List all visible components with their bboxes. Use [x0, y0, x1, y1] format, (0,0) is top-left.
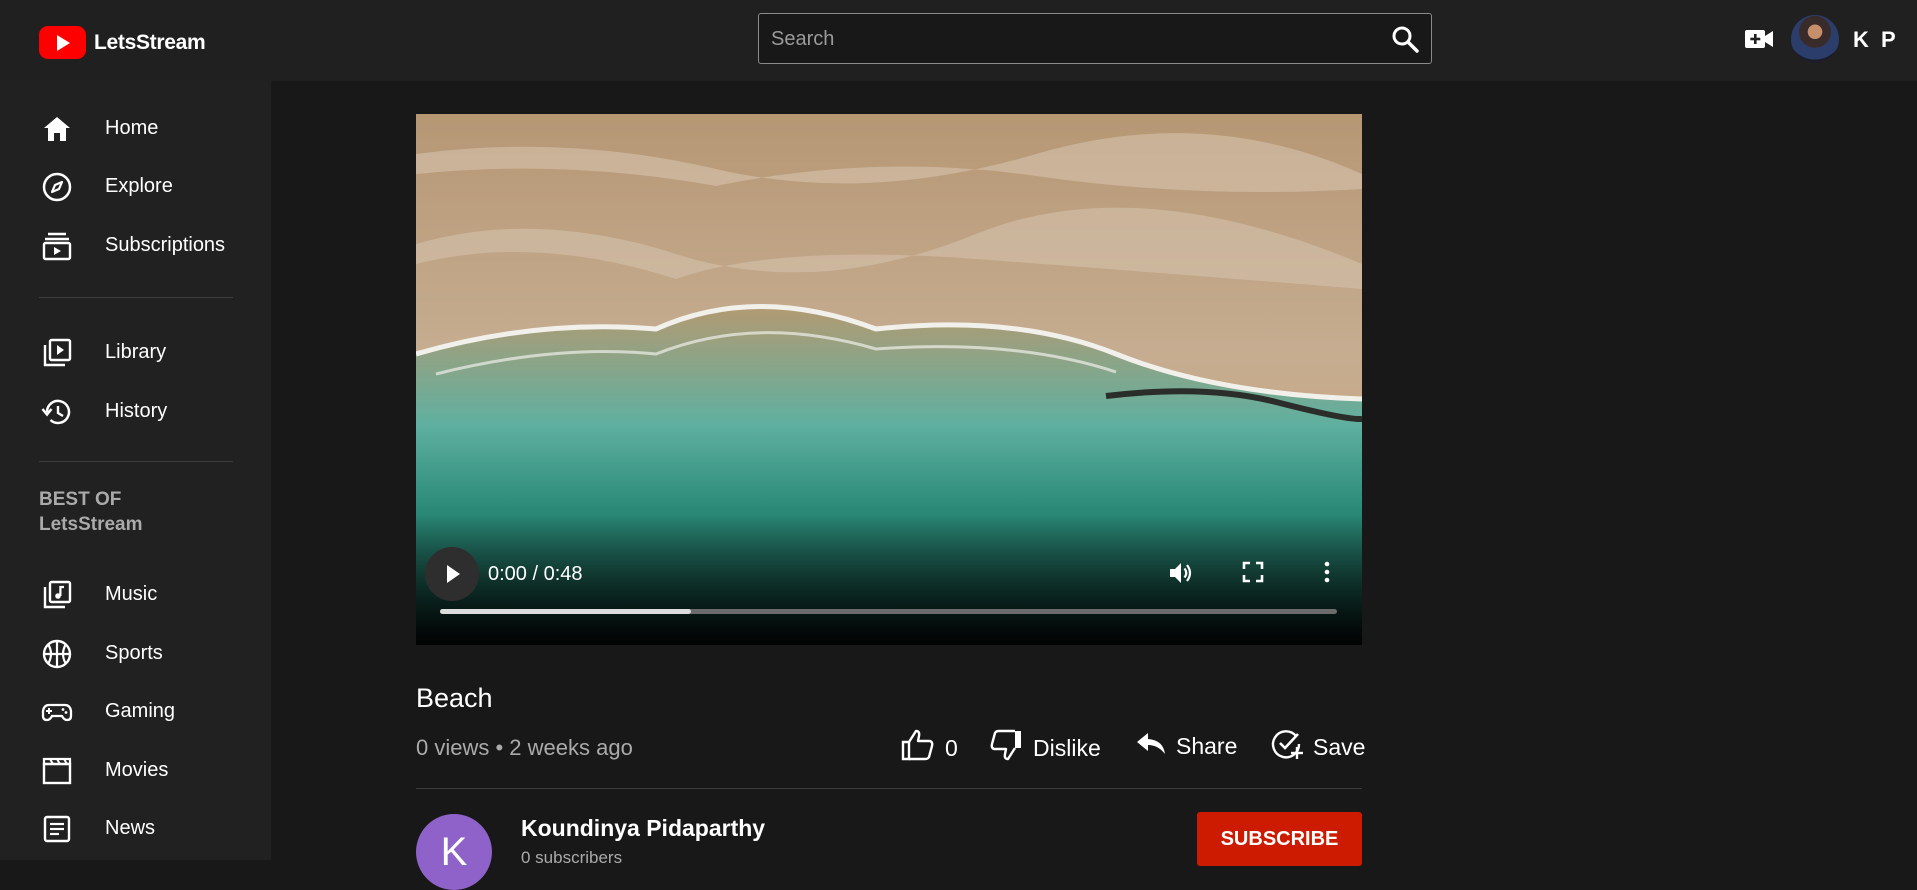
- brand-name: LetsStream: [94, 30, 206, 54]
- subscriptions-icon: [41, 230, 73, 262]
- save-button[interactable]: Save: [1270, 727, 1365, 767]
- sidebar-item-label: Music: [105, 583, 158, 605]
- section-title-line: LetsStream: [39, 514, 143, 535]
- sidebar-item-label: Home: [105, 117, 159, 139]
- progress-bar[interactable]: [440, 609, 1337, 614]
- like-count: 0: [945, 734, 958, 761]
- compass-icon: [41, 171, 73, 203]
- sidebar-item-subscriptions[interactable]: Subscriptions: [0, 220, 271, 270]
- avatar[interactable]: [1791, 15, 1839, 63]
- thumb-down-icon: [988, 727, 1024, 769]
- sidebar-item-sports[interactable]: Sports: [0, 628, 271, 678]
- sports-icon: [41, 638, 73, 670]
- video-meta: 0 views • 2 weeks ago: [416, 735, 633, 760]
- sidebar-item-label: Gaming: [105, 700, 176, 722]
- library-icon: [41, 337, 73, 369]
- user-initials[interactable]: K P: [1853, 27, 1899, 53]
- dislike-button[interactable]: Dislike: [988, 727, 1101, 769]
- details-divider: [416, 788, 1362, 789]
- sidebar-item-gaming[interactable]: Gaming: [0, 686, 271, 736]
- movies-icon: [41, 755, 73, 787]
- sidebar-item-label: Sports: [105, 642, 163, 664]
- search-bar: [758, 13, 1432, 65]
- sidebar-item-movies[interactable]: Movies: [0, 745, 271, 795]
- save-label: Save: [1313, 733, 1366, 760]
- share-icon: [1135, 727, 1167, 765]
- progress-fill: [440, 609, 692, 614]
- logo[interactable]: LetsStream: [39, 26, 206, 59]
- volume-icon[interactable]: [1168, 560, 1194, 591]
- sidebar-divider: [39, 461, 233, 462]
- sidebar: Home Explore Subscriptions Library Histo…: [0, 81, 271, 860]
- sidebar-item-home[interactable]: Home: [0, 103, 271, 153]
- video-title: Beach: [416, 683, 493, 713]
- subscriber-count: 0 subscribers: [521, 848, 623, 867]
- dislike-label: Dislike: [1033, 734, 1101, 761]
- subscribe-button[interactable]: SUBSCRIBE: [1197, 812, 1362, 866]
- music-icon: [41, 579, 73, 611]
- channel-avatar[interactable]: K: [416, 814, 492, 890]
- sidebar-divider: [39, 297, 233, 298]
- sidebar-item-label: Explore: [105, 175, 173, 197]
- sidebar-item-label: History: [105, 400, 168, 422]
- section-title-line: BEST OF: [39, 489, 122, 510]
- home-icon: [41, 113, 73, 145]
- video-time: 0:00 / 0:48: [488, 563, 583, 585]
- gamepad-icon: [41, 696, 73, 728]
- logo-play-icon: [39, 26, 86, 59]
- video-create-icon[interactable]: [1744, 27, 1774, 56]
- fullscreen-icon[interactable]: [1241, 560, 1265, 589]
- share-button[interactable]: Share: [1135, 727, 1237, 765]
- play-icon[interactable]: [425, 547, 479, 601]
- section-title: BEST OF LetsStream: [39, 487, 239, 537]
- sidebar-item-music[interactable]: Music: [0, 569, 271, 619]
- sidebar-item-label: Movies: [105, 759, 169, 781]
- sidebar-item-history[interactable]: History: [0, 386, 271, 436]
- save-icon: [1270, 727, 1304, 767]
- thumb-up-icon: [900, 727, 936, 769]
- sidebar-item-news[interactable]: News: [0, 803, 271, 853]
- sidebar-item-label: Subscriptions: [105, 234, 226, 256]
- like-button[interactable]: 0: [900, 727, 958, 769]
- more-vert-icon[interactable]: [1315, 560, 1339, 589]
- channel-name[interactable]: Koundinya Pidaparthy: [521, 815, 765, 842]
- history-icon: [41, 396, 73, 428]
- search-icon[interactable]: [1391, 25, 1419, 53]
- share-label: Share: [1176, 732, 1238, 759]
- news-icon: [41, 813, 73, 845]
- sidebar-item-label: Library: [105, 341, 167, 363]
- search-input[interactable]: [769, 14, 1373, 65]
- sidebar-item-explore[interactable]: Explore: [0, 161, 271, 211]
- top-bar: LetsStream K P: [0, 0, 1917, 81]
- sidebar-item-label: News: [105, 817, 156, 839]
- sidebar-item-library[interactable]: Library: [0, 327, 271, 377]
